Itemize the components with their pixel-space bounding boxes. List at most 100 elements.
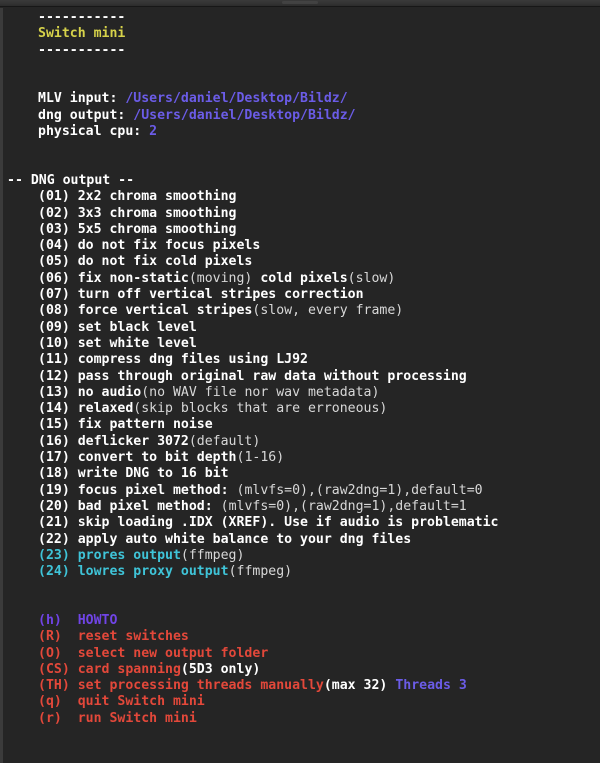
option-key: (08) (38, 303, 78, 319)
option-row[interactable]: (08) force vertical stripes(slow, every … (7, 303, 600, 319)
option-row[interactable]: (03) 5x5 chroma smoothing (7, 222, 600, 238)
mlv-input-label: MLV input: (38, 91, 126, 107)
option-row[interactable]: (11) compress dng files using LJ92 (7, 352, 600, 368)
option-label: focus pixel method: (77, 482, 237, 498)
command-key: (R) (38, 629, 78, 645)
command-label: select new output folder (77, 645, 269, 661)
option-row[interactable]: (13) no audio(no WAV file nor wav metada… (7, 385, 600, 401)
option-row[interactable]: (01) 2x2 chroma smoothing (7, 189, 600, 205)
commands-list: (h) HOWTO (R) reset switches (O) select ne… (7, 613, 600, 727)
option-label: force vertical stripes (77, 303, 253, 319)
option-key: (03) (38, 221, 78, 237)
option-key: (05) (38, 254, 78, 270)
command-label: quit Switch mini (77, 694, 205, 710)
encoder-options-list: (23) prores output(ffmpeg) (24) lowres pr… (7, 548, 600, 581)
option-key: (23) (38, 547, 78, 563)
option-row[interactable]: (17) convert to bit depth(1-16) (7, 450, 600, 466)
command-key: (TH) (38, 678, 78, 694)
option-row[interactable]: (22) apply auto white balance to your dn… (7, 532, 600, 548)
command-row[interactable]: (O) select new output folder (7, 646, 600, 662)
title-bar-handle (282, 1, 318, 4)
option-label: bad pixel method: (77, 498, 221, 514)
option-note: (mlvfs=0),(raw2dng=1),default=1 (220, 498, 467, 514)
option-row[interactable]: (09) set black level (7, 320, 600, 336)
mlv-input-row: MLV input: /Users/daniel/Desktop/Bildz/ (7, 91, 600, 107)
command-row[interactable]: (CS) card spanning(5D3 only) (7, 662, 600, 678)
option-row[interactable]: (05) do not fix cold pixels (7, 254, 600, 270)
option-key: (18) (38, 466, 78, 482)
rule-bottom-text: ----------- (38, 42, 126, 58)
option-row[interactable]: (02) 3x3 chroma smoothing (7, 206, 600, 222)
option-note: (no WAV file nor wav metadata) (141, 384, 380, 400)
option-note: (moving) (188, 270, 253, 286)
option-row[interactable]: (06) fix non-static(moving) cold pixels(… (7, 271, 600, 287)
rule-top-text: ----------- (38, 10, 126, 25)
option-row[interactable]: (16) deflicker 3072(default) (7, 434, 600, 450)
option-key: (19) (38, 482, 78, 498)
physical-cpu-label: physical cpu: (38, 124, 150, 140)
option-row[interactable]: (20) bad pixel method: (mlvfs=0),(raw2dn… (7, 499, 600, 515)
option-row[interactable]: (07) turn off vertical stripes correctio… (7, 287, 600, 303)
option-key: (17) (38, 450, 78, 466)
option-note: (slow, every frame) (252, 303, 404, 319)
option-row[interactable]: (15) fix pattern noise (7, 417, 600, 433)
terminal-body[interactable]: ----------- Switch mini ----------- MLV … (0, 8, 600, 763)
command-label: set processing threads manually (77, 678, 324, 694)
command-row[interactable]: (R) reset switches (7, 629, 600, 645)
dng-output-label: dng output: (38, 107, 134, 123)
option-label: no audio (77, 384, 142, 400)
terminal-window: ----------- Switch mini ----------- MLV … (0, 0, 600, 763)
app-title-text: Switch mini (38, 26, 126, 42)
option-row[interactable]: (10) set white level (7, 336, 600, 352)
mlv-input-value: /Users/daniel/Desktop/Bildz/ (125, 91, 348, 107)
option-row[interactable]: (12) pass through original raw data with… (7, 369, 600, 385)
option-key: (22) (38, 531, 78, 547)
dng-output-row: dng output: /Users/daniel/Desktop/Bildz/ (7, 108, 600, 124)
command-key: (h) (38, 612, 78, 628)
command-row[interactable]: (h) HOWTO (7, 613, 600, 629)
physical-cpu-row: physical cpu: 2 (7, 124, 600, 140)
option-label: do not fix cold pixels (77, 254, 253, 270)
terminal-screen[interactable]: ----------- Switch mini ----------- MLV … (3, 8, 600, 763)
header-rule-top: ----------- (7, 10, 600, 26)
option-row[interactable]: (21) skip loading .IDX (XREF). Use if au… (7, 515, 600, 531)
option-row[interactable]: (23) prores output(ffmpeg) (7, 548, 600, 564)
option-row[interactable]: (04) do not fix focus pixels (7, 238, 600, 254)
option-row[interactable]: (14) relaxed(skip blocks that are errone… (7, 401, 600, 417)
command-row[interactable]: (TH) set processing threads manually(max… (7, 678, 600, 694)
option-row[interactable]: (24) lowres proxy output(ffmpeg) (7, 564, 600, 580)
dng-options-list: (01) 2x2 chroma smoothing (02) 3x3 chroma… (7, 189, 600, 548)
command-key: (CS) (38, 661, 78, 677)
option-label: do not fix focus pixels (77, 238, 261, 254)
option-label: fix non-static (77, 270, 189, 286)
option-note: (default) (188, 433, 261, 449)
option-key: (04) (38, 238, 78, 254)
option-key: (13) (38, 384, 78, 400)
command-row[interactable]: (q) quit Switch mini (7, 694, 600, 710)
window-title-bar[interactable] (0, 0, 600, 7)
option-row[interactable]: (19) focus pixel method: (mlvfs=0),(raw2… (7, 483, 600, 499)
option-key: (09) (38, 319, 78, 335)
option-key: (11) (38, 352, 78, 368)
option-key: (24) (38, 564, 78, 580)
dng-output-section-header-text: -- DNG output -- (7, 172, 135, 188)
option-label: prores output (77, 547, 181, 563)
option-note: (1-16) (236, 450, 285, 466)
command-label: reset switches (77, 629, 189, 645)
option-note: (skip blocks that are erroneous) (133, 401, 388, 417)
command-label: card spanning (77, 661, 181, 677)
command-trailing-value: Threads 3 (387, 678, 467, 694)
option-label: 5x5 chroma smoothing (77, 221, 237, 237)
option-row[interactable]: (18) write DNG to 16 bit (7, 466, 600, 482)
option-label: skip loading .IDX (XREF). Use if audio i… (77, 515, 499, 531)
option-note-2: (slow) (347, 270, 396, 286)
option-label: 2x2 chroma smoothing (77, 189, 237, 205)
command-row[interactable]: (r) run Switch mini (7, 711, 600, 727)
